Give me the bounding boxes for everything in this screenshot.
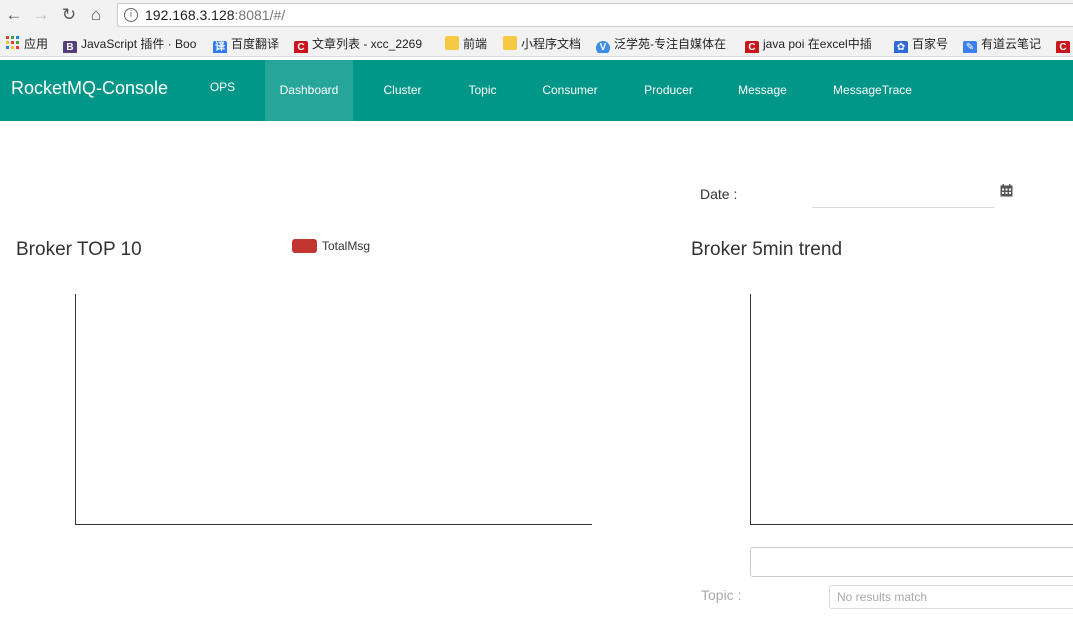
youdao-note-icon: ✎	[963, 41, 977, 53]
bookmark-label: 应用	[24, 37, 49, 51]
broker-top10-title: Broker TOP 10	[16, 239, 142, 260]
bookmark-folder-frontend[interactable]: 前端	[445, 35, 495, 53]
bookmark-label: JavaScript 插件 · Boo	[81, 37, 197, 51]
baidu-paw-icon: ✿	[894, 41, 908, 53]
legend-swatch	[292, 239, 317, 253]
bookmark-baidu-translate[interactable]: 译百度翻译	[213, 35, 285, 53]
bookmark-fanxueyuan[interactable]: V 泛学苑-专注自媒体在	[596, 35, 734, 53]
url-host: 192.168.3.128	[145, 7, 235, 23]
bookmark-java-poi[interactable]: Cjava poi 在excel中插	[745, 35, 883, 53]
broker-trend-chart[interactable]	[745, 290, 1073, 530]
bookmark-baijiahao[interactable]: ✿ 百家号	[894, 35, 956, 53]
topic-label: Topic :	[701, 587, 742, 603]
bookmark-article-list[interactable]: C 文章列表 - xcc_2269	[294, 35, 434, 53]
bookmark-label: 小程序文档	[521, 37, 582, 51]
nav-message[interactable]: Message	[725, 60, 800, 121]
browser-toolbar: ← → ↻ ⌂ i 192.168.3.128:8081/#/	[0, 0, 1073, 31]
topic-chart-panel	[750, 547, 1073, 577]
baidu-translate-icon: 译	[213, 41, 227, 53]
date-input[interactable]	[812, 180, 994, 208]
csdn-icon: C	[745, 41, 759, 53]
address-bar[interactable]: i 192.168.3.128:8081/#/	[117, 3, 1073, 27]
nav-producer[interactable]: Producer	[630, 60, 707, 121]
broker-top10-chart[interactable]	[70, 290, 600, 530]
folder-icon	[445, 36, 459, 50]
folder-icon	[503, 36, 517, 50]
broker-trend-title: Broker 5min trend	[691, 239, 843, 260]
back-arrow-icon[interactable]: ←	[4, 4, 24, 26]
home-icon[interactable]: ⌂	[86, 4, 106, 26]
nav-consumer[interactable]: Consumer	[530, 60, 610, 121]
bookmark-label: 百度翻译	[231, 37, 280, 51]
bookmark-javascript[interactable]: B JavaScript 插件 · Boo	[63, 35, 201, 53]
bookmark-label: 百家号	[912, 37, 949, 51]
nav-dashboard[interactable]: Dashboard	[265, 60, 353, 121]
csdn-icon: C	[294, 41, 308, 53]
date-label: Date :	[700, 186, 738, 202]
nav-messagetrace[interactable]: MessageTrace	[820, 60, 925, 121]
bookmark-label: 有道云笔记	[981, 37, 1042, 51]
bookmarks-bar: 应用 B JavaScript 插件 · Boo 译百度翻译 C 文章列表 - xc…	[0, 31, 1073, 57]
info-icon[interactable]: i	[124, 8, 138, 22]
bookmark-label: java poi 在excel中插	[763, 37, 872, 51]
legend-label-totalmsg: TotalMsg	[322, 239, 371, 253]
bookmark-label: 泛学苑-专注自媒体在	[614, 37, 726, 51]
apps-grid-icon	[6, 36, 20, 50]
bookmark-csdn[interactable]: C	[1056, 35, 1073, 53]
nav-topic[interactable]: Topic	[455, 60, 510, 121]
forward-arrow-icon[interactable]: →	[31, 4, 51, 26]
brand-title[interactable]: RocketMQ-Console	[11, 78, 168, 99]
bookmark-folder-miniprogram[interactable]: 小程序文档	[503, 35, 588, 53]
bootstrap-icon: B	[63, 41, 77, 53]
url-path: :8081/#/	[234, 7, 286, 23]
site-icon: V	[596, 41, 610, 53]
bookmark-youdao[interactable]: ✎ 有道云笔记	[963, 35, 1049, 53]
chart-legend[interactable]: TotalMsg	[292, 239, 370, 253]
nav-cluster[interactable]: Cluster	[370, 60, 435, 121]
reload-icon[interactable]: ↻	[59, 4, 79, 26]
nav-ops[interactable]: OPS	[195, 60, 250, 121]
app-navbar: RocketMQ-Console OPS Dashboard Cluster T…	[0, 60, 1073, 121]
csdn-icon: C	[1056, 41, 1070, 53]
bookmark-apps[interactable]: 应用	[6, 35, 56, 53]
bookmark-label: 文章列表 - xcc_2269	[312, 37, 423, 51]
bookmark-label: 前端	[463, 37, 488, 51]
calendar-icon[interactable]	[1000, 184, 1013, 197]
topic-select[interactable]: No results match	[829, 585, 1073, 609]
